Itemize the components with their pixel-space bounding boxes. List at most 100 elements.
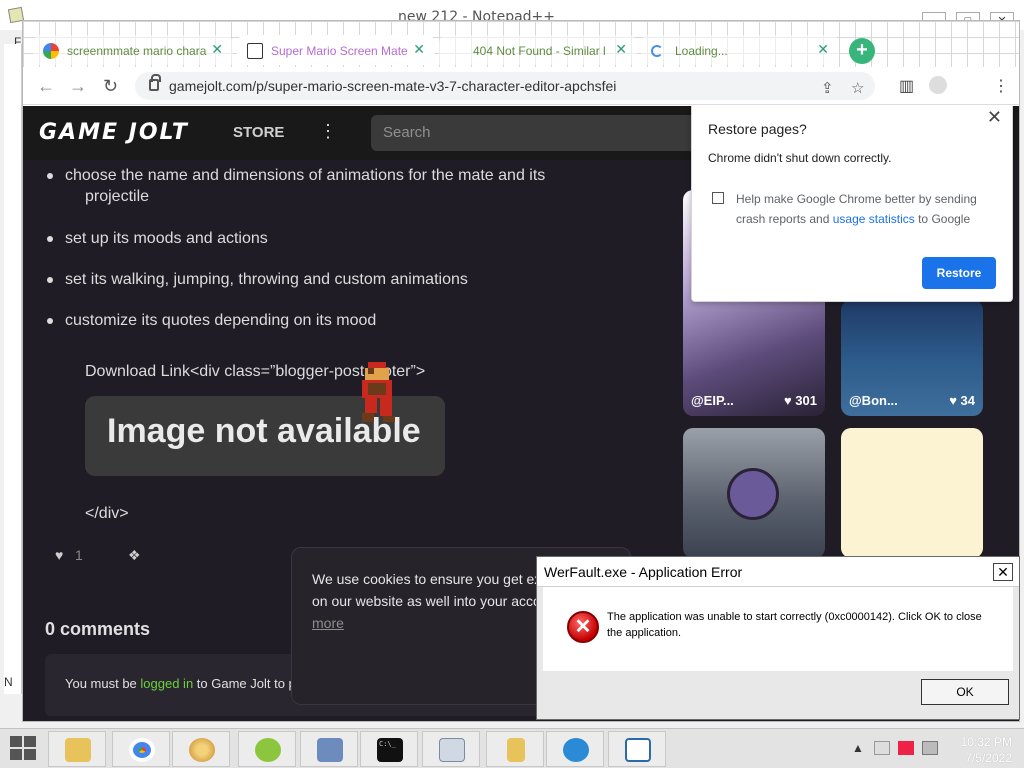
taskbar-ie[interactable] [546, 731, 604, 767]
more-menu-icon[interactable]: ⋮ [319, 121, 337, 142]
mario-sprite[interactable] [359, 361, 395, 423]
div-close-text: </div> [85, 505, 129, 522]
list-item: choose the name and dimensions of animat… [46, 163, 545, 188]
gamejolt-icon [247, 43, 263, 59]
notepad-left-fragment: N [4, 675, 13, 689]
google-icon [43, 43, 59, 59]
browser-toolbar: ← → ↻ gamejolt.com/p/super-mario-screen-… [23, 67, 1019, 105]
dialog-titlebar[interactable]: WerFault.exe - Application Error ✕ [537, 557, 1019, 587]
media-card[interactable] [841, 428, 983, 558]
character-thumbnail [727, 468, 779, 520]
heart-icon: ♥ [783, 393, 792, 408]
login-link[interactable]: logged in [140, 676, 193, 691]
clock-date: 7/5/2022 [965, 751, 1012, 765]
tab-label: screenmmate mario chara [67, 44, 207, 58]
comments-header: 0 comments [45, 619, 151, 639]
share-icon[interactable]: ⇪ [821, 79, 834, 97]
forward-button[interactable]: → [69, 76, 87, 97]
restore-pages-popup: Restore pages? ✕ Chrome didn't shut down… [691, 106, 1013, 302]
lock-icon[interactable] [149, 74, 161, 91]
taskbar-monitor[interactable] [422, 731, 480, 767]
clock[interactable]: 10:32 PM 7/5/2022 [952, 734, 1012, 766]
dialog-close-button[interactable]: ✕ [993, 563, 1013, 581]
address-bar[interactable]: gamejolt.com/p/super-mario-screen-mate-v… [135, 72, 875, 100]
like-count: 1 [74, 547, 83, 563]
puzzle-icon [317, 738, 343, 762]
url-text[interactable]: gamejolt.com/p/super-mario-screen-mate-v… [169, 78, 616, 94]
bookmark-star-icon[interactable]: ☆ [851, 79, 864, 97]
reload-button[interactable]: ↻ [103, 76, 118, 97]
tab-close-icon[interactable]: ✕ [817, 41, 829, 58]
list-item: customize its quotes depending on its mo… [46, 308, 376, 333]
card-author[interactable]: @Bon... [849, 393, 898, 408]
list-item: set up its moods and actions [47, 226, 268, 251]
werfault-dialog: WerFault.exe - Application Error ✕ ✕ The… [536, 556, 1020, 720]
media-card[interactable]: @Bon... ♥ 34 [841, 300, 983, 416]
popup-subtitle: Chrome didn't shut down correctly. [708, 151, 892, 165]
tab-label: 404 Not Found - Similar l [473, 44, 606, 58]
chrome-icon [129, 738, 155, 762]
card-like-count: 301 [795, 393, 817, 408]
login-suffix: to Game Jolt to p [193, 676, 296, 691]
error-icon: ✕ [567, 611, 599, 643]
tab-close-icon[interactable]: ✕ [413, 41, 425, 58]
speaker-muted-icon[interactable] [874, 741, 890, 755]
heart-icon: ♥ [949, 393, 957, 408]
popup-title: Restore pages? [708, 121, 807, 137]
tab-google-search[interactable]: screenmmate mario chara ✕ [33, 35, 233, 65]
new-tab-button[interactable]: + [849, 38, 875, 64]
network-icon[interactable] [922, 741, 938, 755]
flag-error-icon[interactable] [898, 741, 914, 755]
notepad-gutter [4, 44, 22, 694]
error-message: The application was unable to start corr… [607, 611, 982, 639]
monitor-icon [439, 738, 465, 762]
side-panel-icon[interactable]: ▥ [899, 76, 914, 96]
login-prefix: You must be [65, 676, 141, 691]
card-likes: ♥ 301 [784, 393, 817, 408]
close-icon[interactable]: ✕ [987, 107, 1002, 128]
tab-404[interactable]: 404 Not Found - Similar l ✕ [439, 35, 637, 65]
usage-statistics-link[interactable]: usage statistics [833, 212, 915, 226]
tab-label: Loading... [675, 44, 728, 58]
tray-overflow-icon[interactable]: ▲ [852, 741, 864, 755]
card-author[interactable]: @EIP... [691, 393, 734, 408]
taskbar-app[interactable] [300, 731, 358, 767]
folder-icon [507, 738, 525, 762]
paint-icon [189, 738, 215, 762]
tab-label: Super Mario Screen Mate [271, 44, 408, 58]
card-likes: ♥ 34 [949, 393, 975, 408]
tab-close-icon[interactable]: ✕ [211, 41, 223, 58]
taskbar-folder[interactable] [486, 731, 544, 767]
heart-icon: ♥ [55, 547, 64, 563]
share-icon[interactable]: ❖ [128, 547, 141, 564]
folder-icon [65, 738, 91, 762]
taskbar-notepadpp[interactable] [238, 731, 296, 767]
internet-explorer-icon [563, 738, 589, 762]
like-button[interactable]: ♥ 1 [55, 547, 83, 563]
loading-icon [651, 45, 663, 57]
media-card[interactable] [683, 428, 825, 558]
taskbar-cmd[interactable]: C:\_ [360, 731, 418, 767]
profile-avatar-icon[interactable] [929, 76, 947, 94]
crash-report-checkbox[interactable] [712, 192, 724, 204]
back-button[interactable]: ← [37, 76, 55, 97]
ok-button[interactable]: OK [921, 679, 1009, 705]
tab-close-icon[interactable]: ✕ [615, 41, 627, 58]
taskbar-chrome[interactable] [112, 731, 170, 767]
start-button[interactable] [10, 736, 38, 762]
dialog-body: ✕ The application was unable to start co… [543, 587, 1013, 671]
chrome-menu-icon[interactable]: ⋮ [993, 76, 1009, 96]
taskbar-paint[interactable] [172, 731, 230, 767]
tab-strip: screenmmate mario chara ✕ Super Mario Sc… [23, 21, 1019, 67]
search-input[interactable]: Search [371, 115, 701, 151]
notepadpp-icon [255, 738, 281, 762]
store-link[interactable]: STORE [233, 124, 284, 141]
taskbar-file-explorer[interactable] [48, 731, 106, 767]
gamejolt-logo[interactable]: GAME JOLT [39, 120, 189, 145]
restore-button[interactable]: Restore [922, 257, 996, 289]
tab-super-mario[interactable]: Super Mario Screen Mate ✕ [237, 35, 435, 65]
tab-loading[interactable]: Loading... ✕ [641, 35, 839, 65]
taskbar-window[interactable] [608, 731, 666, 767]
checkbox-text-end: to Google [914, 212, 971, 226]
dialog-title: WerFault.exe - Application Error [544, 564, 743, 580]
